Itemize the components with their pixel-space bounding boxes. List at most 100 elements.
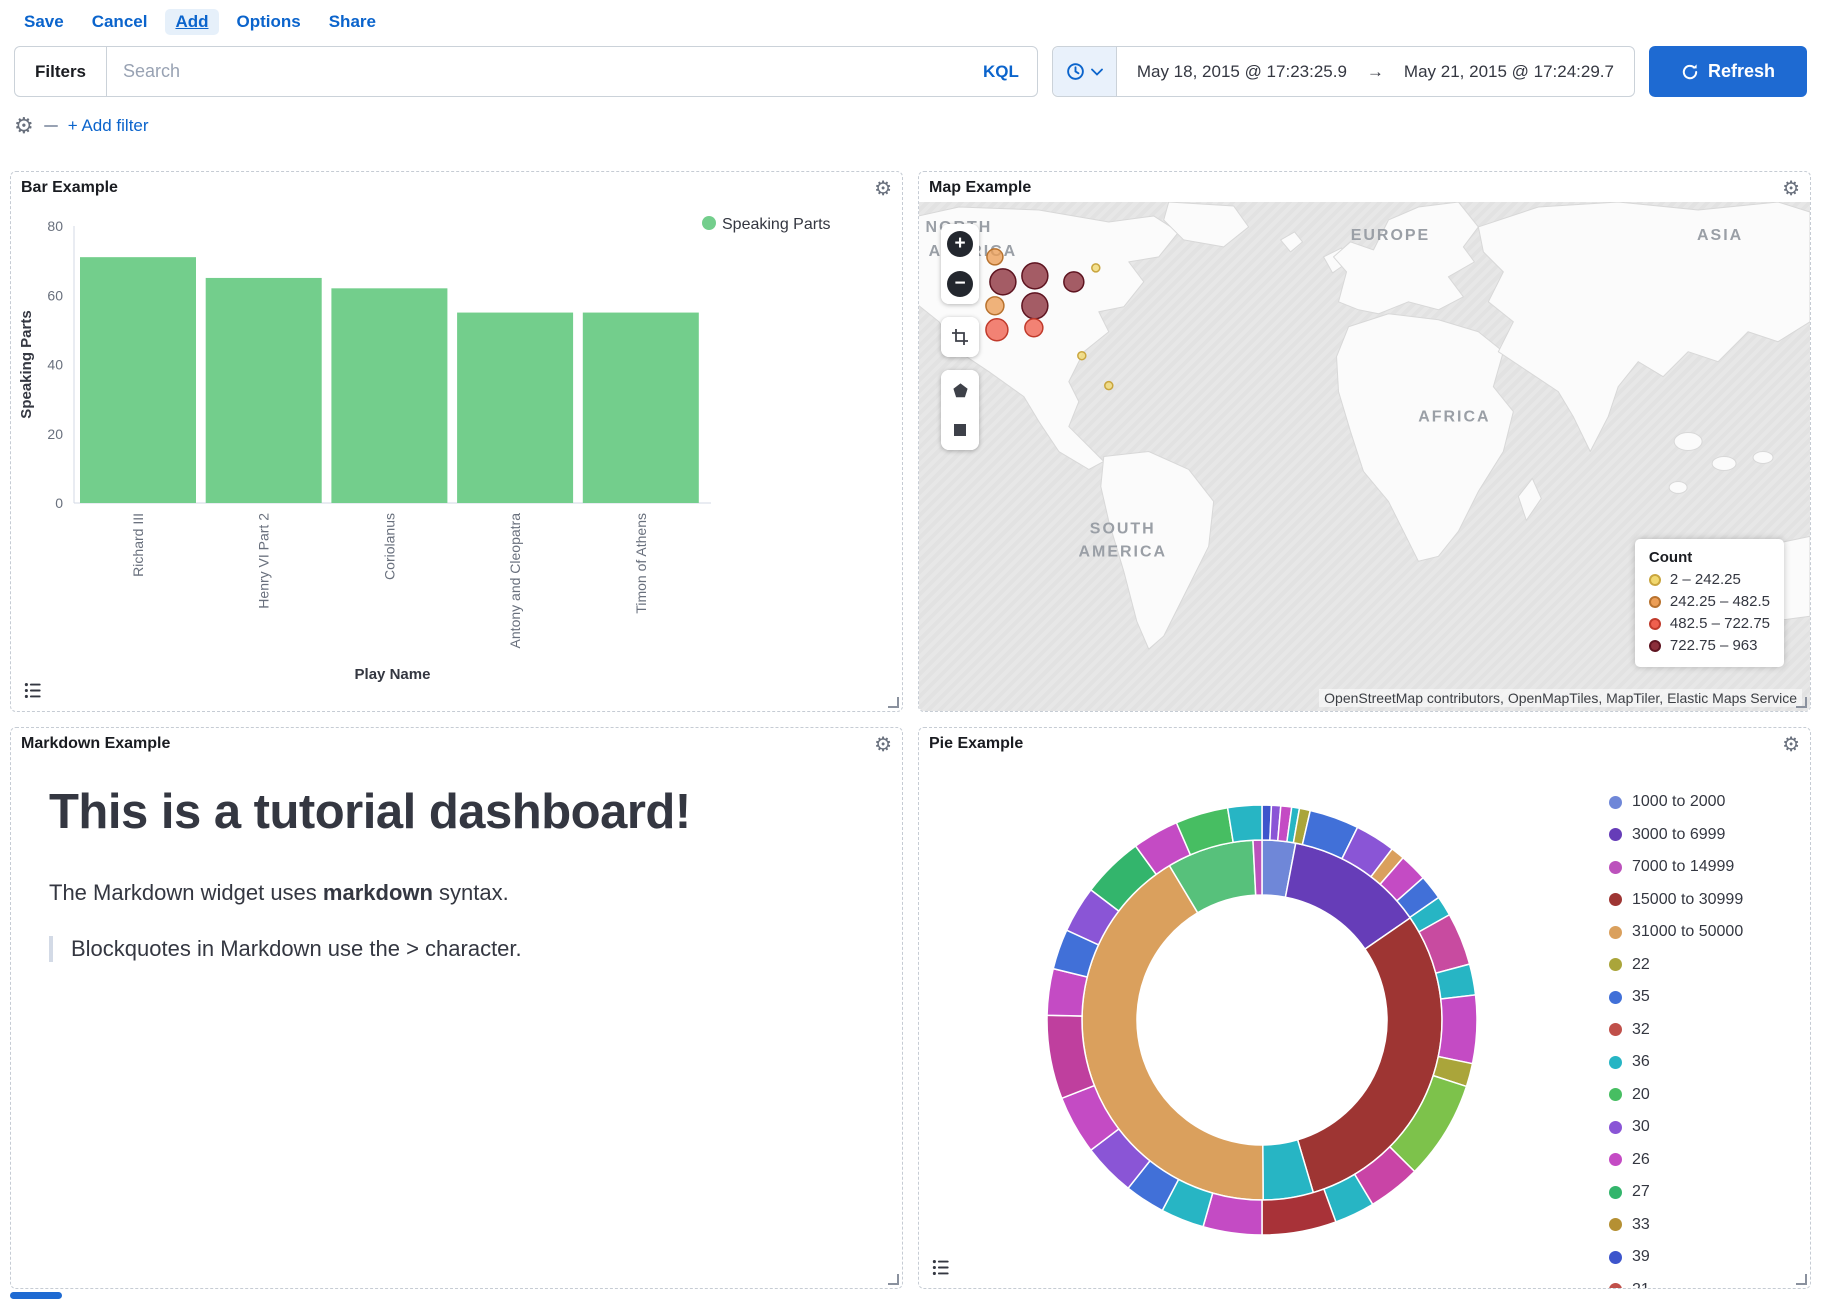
bar-chart: 020406080Richard IIIHenry VI Part 2Corio… <box>11 202 903 707</box>
legend-label: 15000 to 30999 <box>1632 891 1743 909</box>
list-icon <box>932 1258 951 1277</box>
map-legend-title: Count <box>1649 549 1770 566</box>
legend-label: 39 <box>1632 1248 1650 1266</box>
refresh-button[interactable]: Refresh <box>1649 46 1807 97</box>
bar-antony-and-cleopatra[interactable] <box>457 313 573 503</box>
map-data-point[interactable] <box>1064 272 1084 292</box>
chevron-down-icon <box>1091 68 1103 76</box>
legend-label: 7000 to 14999 <box>1632 858 1734 876</box>
resize-handle[interactable] <box>1796 697 1807 708</box>
legend-dot <box>1609 1088 1622 1101</box>
pie-outer-segment[interactable] <box>1203 1193 1262 1235</box>
map-attribution[interactable]: OpenStreetMap contributors, OpenMapTiles… <box>1319 689 1802 707</box>
bar-richard-iii[interactable] <box>80 257 196 503</box>
legend-label: 26 <box>1632 1151 1650 1169</box>
x-tick-label: Richard III <box>130 513 146 577</box>
pie-legend-item[interactable]: 21 <box>1609 1280 1743 1290</box>
date-to[interactable]: May 21, 2015 @ 17:24:29.7 <box>1384 62 1634 82</box>
map-data-point[interactable] <box>1022 263 1048 289</box>
map-zoom-in-button[interactable]: + <box>941 224 979 264</box>
legend-label: 27 <box>1632 1183 1650 1201</box>
gear-icon: ⚙ <box>874 178 892 200</box>
panel-gear-button[interactable]: ⚙ <box>874 735 892 755</box>
map-zoom-out-button[interactable]: − <box>941 264 979 304</box>
pie-legend-item[interactable]: 33 <box>1609 1215 1743 1235</box>
map-data-point[interactable] <box>986 319 1008 341</box>
map-polygon-tool-button[interactable] <box>941 370 979 410</box>
date-from[interactable]: May 18, 2015 @ 17:23:25.9 <box>1117 62 1367 82</box>
pie-legend-item[interactable]: 7000 to 14999 <box>1609 857 1743 877</box>
bar-timon-of-athens[interactable] <box>583 313 699 503</box>
legend-label: 2 – 242.25 <box>1670 571 1741 588</box>
resize-handle[interactable] <box>1796 1274 1807 1285</box>
kql-selector[interactable]: KQL <box>965 62 1037 82</box>
pie-legend-item[interactable]: 39 <box>1609 1247 1743 1267</box>
map-data-point[interactable] <box>1025 319 1043 337</box>
svg-text:0: 0 <box>55 495 63 511</box>
legend-dot <box>1649 574 1661 586</box>
search-input[interactable] <box>107 61 965 82</box>
map-data-point[interactable] <box>1092 264 1100 272</box>
quick-date-button[interactable] <box>1053 47 1117 96</box>
panel-bar: Bar Example ⚙ 020406080Richard IIIHenry … <box>10 171 903 712</box>
date-picker: May 18, 2015 @ 17:23:25.9 → May 21, 2015… <box>1052 46 1635 97</box>
legend-toggle-button[interactable] <box>21 678 46 703</box>
pie-legend-item[interactable]: 31000 to 50000 <box>1609 922 1743 942</box>
top-link-save[interactable]: Save <box>14 9 74 35</box>
pie-legend-item[interactable]: 30 <box>1609 1117 1743 1137</box>
pie-legend-item[interactable]: 20 <box>1609 1085 1743 1105</box>
bar-coriolanus[interactable] <box>331 288 447 503</box>
map-data-point[interactable] <box>1105 382 1113 390</box>
top-link-share[interactable]: Share <box>319 9 386 35</box>
gear-icon: ⚙ <box>874 734 892 756</box>
pie-legend-item[interactable]: 1000 to 2000 <box>1609 792 1743 812</box>
svg-text:60: 60 <box>47 287 63 303</box>
panel-gear-button[interactable]: ⚙ <box>1782 735 1800 755</box>
legend-label: 3000 to 6999 <box>1632 826 1725 844</box>
top-link-add[interactable]: Add <box>165 9 218 35</box>
panel-title-pie: Pie Example <box>929 735 1023 753</box>
pie-outer-segment[interactable] <box>1228 805 1262 842</box>
pie-legend-item[interactable]: 15000 to 30999 <box>1609 890 1743 910</box>
pie-legend-item[interactable]: 3000 to 6999 <box>1609 825 1743 845</box>
gear-icon: ⚙ <box>14 113 34 138</box>
pie-legend-item[interactable]: 32 <box>1609 1020 1743 1040</box>
legend-dot <box>1649 618 1661 630</box>
panel-gear-button[interactable]: ⚙ <box>1782 179 1800 199</box>
map-data-point[interactable] <box>1078 352 1086 360</box>
bar-henry-vi-part-2[interactable] <box>206 278 322 503</box>
resize-handle[interactable] <box>888 1274 899 1285</box>
svg-text:80: 80 <box>47 218 63 234</box>
pie-legend-item[interactable]: 22 <box>1609 955 1743 975</box>
map-rectangle-tool-button[interactable] <box>941 410 979 450</box>
pie-legend-item[interactable]: 35 <box>1609 987 1743 1007</box>
clock-icon <box>1066 62 1085 81</box>
panel-gear-button[interactable]: ⚙ <box>874 179 892 199</box>
pie-legend-item[interactable]: 27 <box>1609 1182 1743 1202</box>
pie-outer-segment[interactable] <box>1438 995 1477 1064</box>
pie-legend-item[interactable]: 36 <box>1609 1052 1743 1072</box>
map-data-point[interactable] <box>990 269 1016 295</box>
legend-toggle-button[interactable] <box>929 1255 954 1280</box>
x-tick-label: Antony and Cleopatra <box>507 513 523 649</box>
map-controls: + − <box>941 224 979 463</box>
pie-legend-item[interactable]: 26 <box>1609 1150 1743 1170</box>
map-data-point[interactable] <box>986 297 1004 315</box>
legend-label: 31000 to 50000 <box>1632 923 1743 941</box>
series-legend-label[interactable]: Speaking Parts <box>722 216 831 233</box>
add-filter-link[interactable]: + Add filter <box>68 116 149 136</box>
top-link-options[interactable]: Options <box>227 9 311 35</box>
pie-legend: 1000 to 2000 3000 to 6999 7000 to 14999 150… <box>1609 792 1743 1289</box>
resize-handle[interactable] <box>888 697 899 708</box>
map-data-point[interactable] <box>1022 293 1048 319</box>
top-menu: Save Cancel Add Options Share <box>0 0 1821 40</box>
map-crop-button[interactable] <box>941 317 979 357</box>
panel-pie: Pie Example ⚙ 1000 to 2000 3000 to 6999 70… <box>918 727 1811 1289</box>
legend-dot <box>1609 828 1622 841</box>
map-data-point[interactable] <box>987 249 1003 265</box>
legend-dot <box>1609 861 1622 874</box>
top-link-cancel[interactable]: Cancel <box>82 9 158 35</box>
legend-dot <box>1609 1121 1622 1134</box>
filter-settings-button[interactable]: ⚙ <box>14 115 34 137</box>
filter-divider <box>44 125 58 127</box>
